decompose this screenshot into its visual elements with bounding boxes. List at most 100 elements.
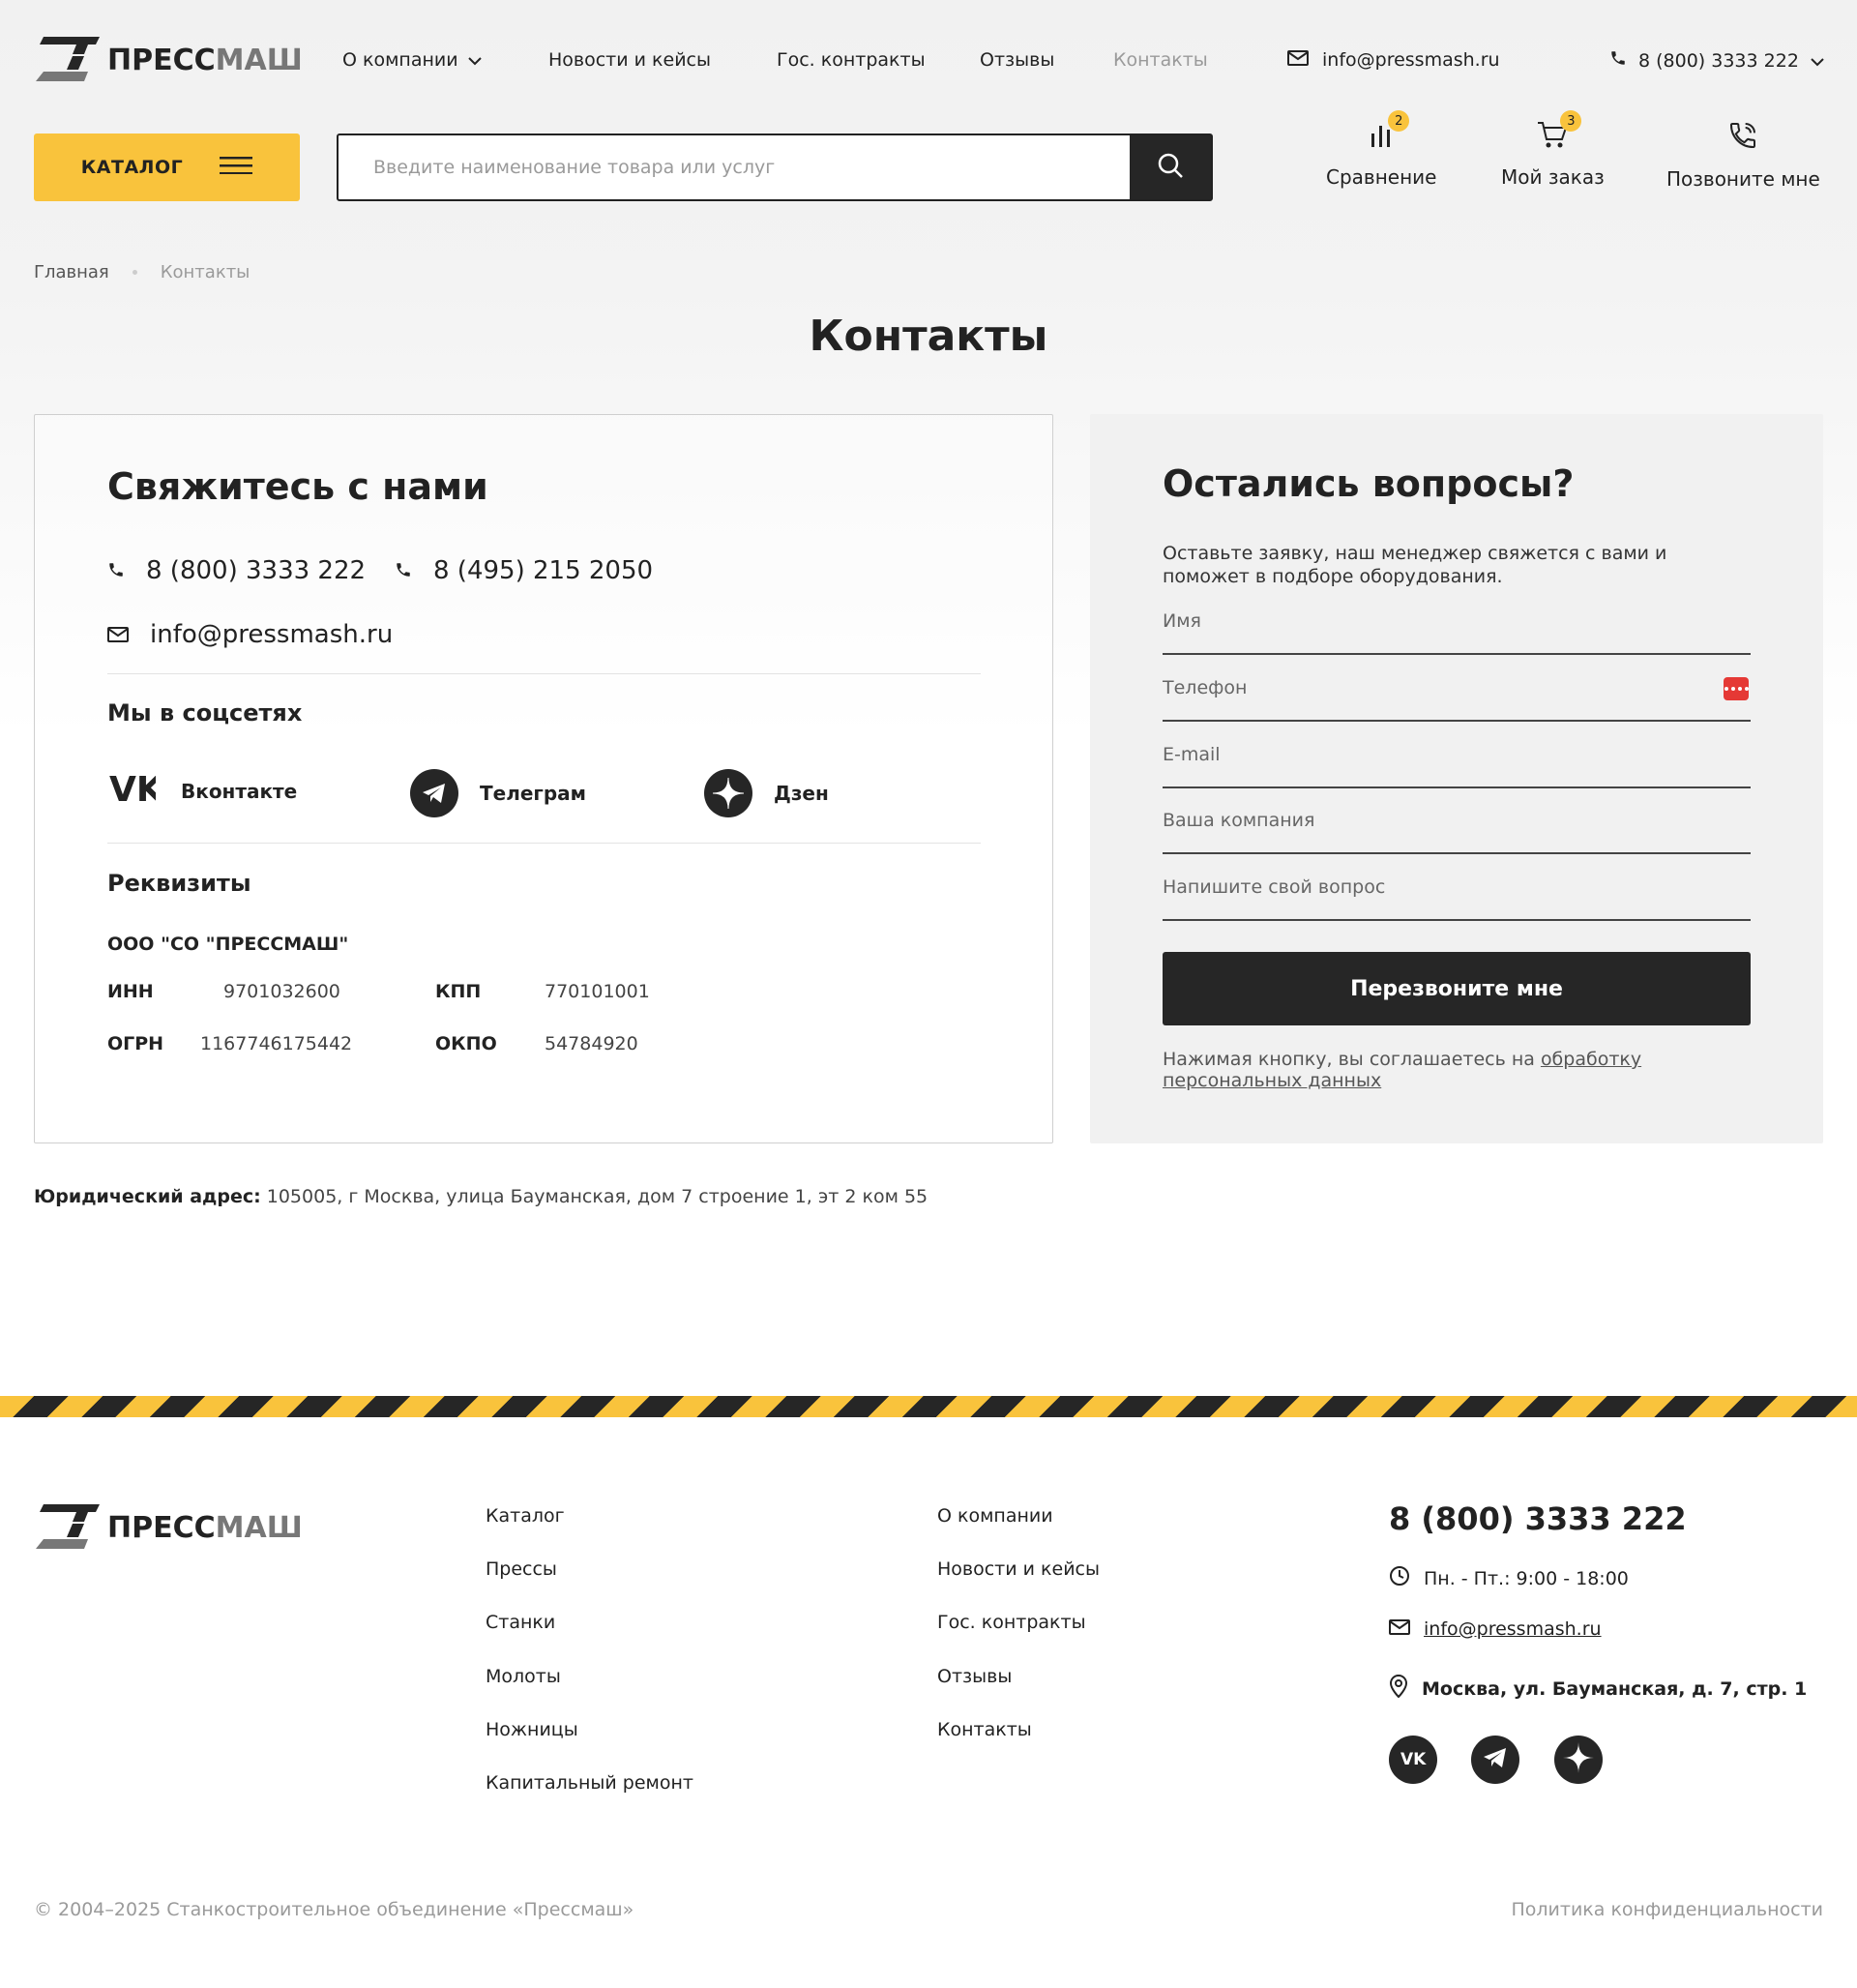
compare-label: Сравнение bbox=[1326, 165, 1437, 189]
footer-link-shears[interactable]: Ножницы bbox=[486, 1719, 578, 1740]
header-phone-number: 8 (800) 3333 222 bbox=[1638, 49, 1799, 72]
my-order-button[interactable]: 3 Мой заказ bbox=[1501, 110, 1605, 189]
inn-label: ИНН bbox=[107, 981, 154, 1002]
email-link[interactable]: info@pressmash.ru bbox=[107, 620, 393, 649]
search-bar bbox=[337, 134, 1213, 201]
phone-link-2[interactable]: 8 (495) 215 2050 bbox=[395, 556, 653, 585]
footer-link-hammers[interactable]: Молоты bbox=[486, 1666, 561, 1687]
ogrn-value: 1167746175442 bbox=[200, 1033, 353, 1054]
hazard-stripe bbox=[0, 1396, 1857, 1417]
phone-link-1[interactable]: 8 (800) 3333 222 bbox=[107, 556, 366, 585]
footer-link-about[interactable]: О компании bbox=[937, 1505, 1053, 1527]
name-field[interactable] bbox=[1163, 588, 1751, 653]
legal-address-label: Юридический адрес: bbox=[34, 1186, 261, 1207]
social-vk[interactable]: VK Вконтакте bbox=[107, 769, 297, 813]
nav-about-label: О компании bbox=[342, 49, 458, 71]
ogrn-label: ОГРН bbox=[107, 1033, 164, 1054]
consent-prefix: Нажимая кнопку, вы соглашаетесь на bbox=[1163, 1049, 1541, 1070]
header-email: info@pressmash.ru bbox=[1322, 49, 1500, 71]
catalog-button[interactable]: КАТАЛОГ bbox=[34, 134, 300, 201]
breadcrumb: Главная Контакты bbox=[34, 262, 250, 282]
phone-number-1: 8 (800) 3333 222 bbox=[146, 556, 367, 585]
social-dzen[interactable]: Дзен bbox=[704, 769, 829, 817]
footer-link-catalog[interactable]: Каталог bbox=[486, 1505, 565, 1527]
email-field[interactable] bbox=[1163, 722, 1751, 786]
social-telegram-label: Телеграм bbox=[480, 782, 587, 805]
chevron-down-icon bbox=[467, 49, 482, 71]
footer-link-reviews[interactable]: Отзывы bbox=[937, 1666, 1012, 1687]
search-icon bbox=[1157, 152, 1184, 183]
company-field[interactable] bbox=[1163, 787, 1751, 852]
social-telegram[interactable]: Телеграм bbox=[410, 769, 586, 817]
footer-telegram-button[interactable] bbox=[1471, 1736, 1519, 1784]
callback-header-label: Позвоните мне bbox=[1666, 167, 1820, 191]
divider bbox=[107, 673, 981, 674]
autofill-icon[interactable] bbox=[1724, 677, 1749, 700]
breadcrumb-home[interactable]: Главная bbox=[34, 262, 109, 282]
footer-link-repair[interactable]: Капитальный ремонт bbox=[486, 1772, 693, 1794]
clock-icon bbox=[1389, 1565, 1410, 1591]
question-field[interactable] bbox=[1163, 854, 1751, 919]
logo-text: ПРЕСС bbox=[107, 1510, 216, 1545]
nav-about[interactable]: О компании bbox=[342, 49, 482, 71]
phone-icon bbox=[107, 556, 125, 585]
contact-card-title: Свяжитесь с нами bbox=[107, 465, 488, 508]
search-button[interactable] bbox=[1130, 135, 1211, 199]
footer-address: Москва, ул. Бауманская, д. 7, стр. 1 bbox=[1389, 1674, 1808, 1703]
mail-icon bbox=[1389, 1618, 1410, 1640]
footer-email: info@pressmash.ru bbox=[1424, 1618, 1602, 1640]
phone-field[interactable] bbox=[1163, 655, 1751, 720]
footer-link-contacts[interactable]: Контакты bbox=[937, 1719, 1032, 1740]
logo-text-accent: МАШ bbox=[215, 1510, 303, 1545]
form-title: Остались вопросы? bbox=[1163, 462, 1575, 505]
phone-call-icon bbox=[1727, 120, 1758, 156]
social-dzen-label: Дзен bbox=[774, 782, 829, 805]
nav-news[interactable]: Новости и кейсы bbox=[548, 49, 711, 71]
nav-reviews[interactable]: Отзывы bbox=[980, 49, 1054, 71]
social-vk-label: Вконтакте bbox=[181, 779, 298, 803]
privacy-policy-link[interactable]: Политика конфиденциальности bbox=[1511, 1899, 1823, 1920]
contact-card: Свяжитесь с нами 8 (800) 3333 222 8 (495… bbox=[34, 414, 1053, 1143]
logo-mark-icon bbox=[34, 35, 102, 85]
kpp-label: КПП bbox=[435, 981, 482, 1002]
footer-email-link[interactable]: info@pressmash.ru bbox=[1389, 1618, 1602, 1640]
svg-text:VK: VK bbox=[1400, 1750, 1427, 1767]
compare-badge: 2 bbox=[1388, 110, 1410, 132]
divider bbox=[107, 843, 981, 844]
footer-vk-button[interactable]: VK bbox=[1389, 1736, 1437, 1784]
logo-text-accent: МАШ bbox=[215, 43, 303, 77]
requisites-title: Реквизиты bbox=[107, 870, 251, 897]
footer-logo[interactable]: ПРЕССМАШ bbox=[34, 1502, 303, 1553]
vk-icon: VK bbox=[1399, 1748, 1428, 1771]
compare-button[interactable]: 2 Сравнение bbox=[1326, 110, 1437, 189]
vk-icon: VK bbox=[107, 769, 164, 813]
footer-link-machines[interactable]: Станки bbox=[486, 1612, 555, 1633]
callback-form-card: Остались вопросы? Оставьте заявку, наш м… bbox=[1090, 414, 1823, 1143]
kpp-value: 770101001 bbox=[545, 981, 650, 1002]
footer-phone[interactable]: 8 (800) 3333 222 bbox=[1389, 1500, 1687, 1537]
nav-gov-contracts[interactable]: Гос. контракты bbox=[777, 49, 926, 71]
callback-submit-button[interactable]: Перезвоните мне bbox=[1163, 952, 1751, 1025]
footer-link-news[interactable]: Новости и кейсы bbox=[937, 1558, 1100, 1580]
nav-contacts[interactable]: Контакты bbox=[1113, 49, 1208, 71]
name-field-wrap bbox=[1163, 588, 1751, 655]
cart-badge: 3 bbox=[1560, 110, 1582, 132]
footer-address-text: Москва, ул. Бауманская, д. 7, стр. 1 bbox=[1422, 1677, 1808, 1700]
logo-text: ПРЕСС bbox=[107, 43, 216, 77]
email-field-wrap bbox=[1163, 722, 1751, 788]
footer-link-presses[interactable]: Прессы bbox=[486, 1558, 557, 1580]
footer-link-gov[interactable]: Гос. контракты bbox=[937, 1612, 1086, 1633]
map-pin-icon bbox=[1389, 1674, 1408, 1703]
search-input[interactable] bbox=[339, 135, 1130, 199]
mail-icon bbox=[1287, 49, 1309, 71]
phone-field-wrap bbox=[1163, 655, 1751, 722]
callback-header-button[interactable]: Позвоните мне bbox=[1666, 120, 1820, 191]
header-email-link[interactable]: info@pressmash.ru bbox=[1287, 49, 1500, 71]
header-phone[interactable]: 8 (800) 3333 222 bbox=[1609, 49, 1824, 72]
catalog-label: КАТАЛОГ bbox=[80, 157, 184, 178]
svg-text:VK: VK bbox=[109, 770, 156, 808]
footer-hours: Пн. - Пт.: 9:00 - 18:00 bbox=[1389, 1565, 1629, 1591]
footer-hours-text: Пн. - Пт.: 9:00 - 18:00 bbox=[1424, 1567, 1629, 1589]
site-logo[interactable]: ПРЕССМАШ bbox=[34, 35, 303, 85]
footer-dzen-button[interactable] bbox=[1554, 1736, 1603, 1784]
